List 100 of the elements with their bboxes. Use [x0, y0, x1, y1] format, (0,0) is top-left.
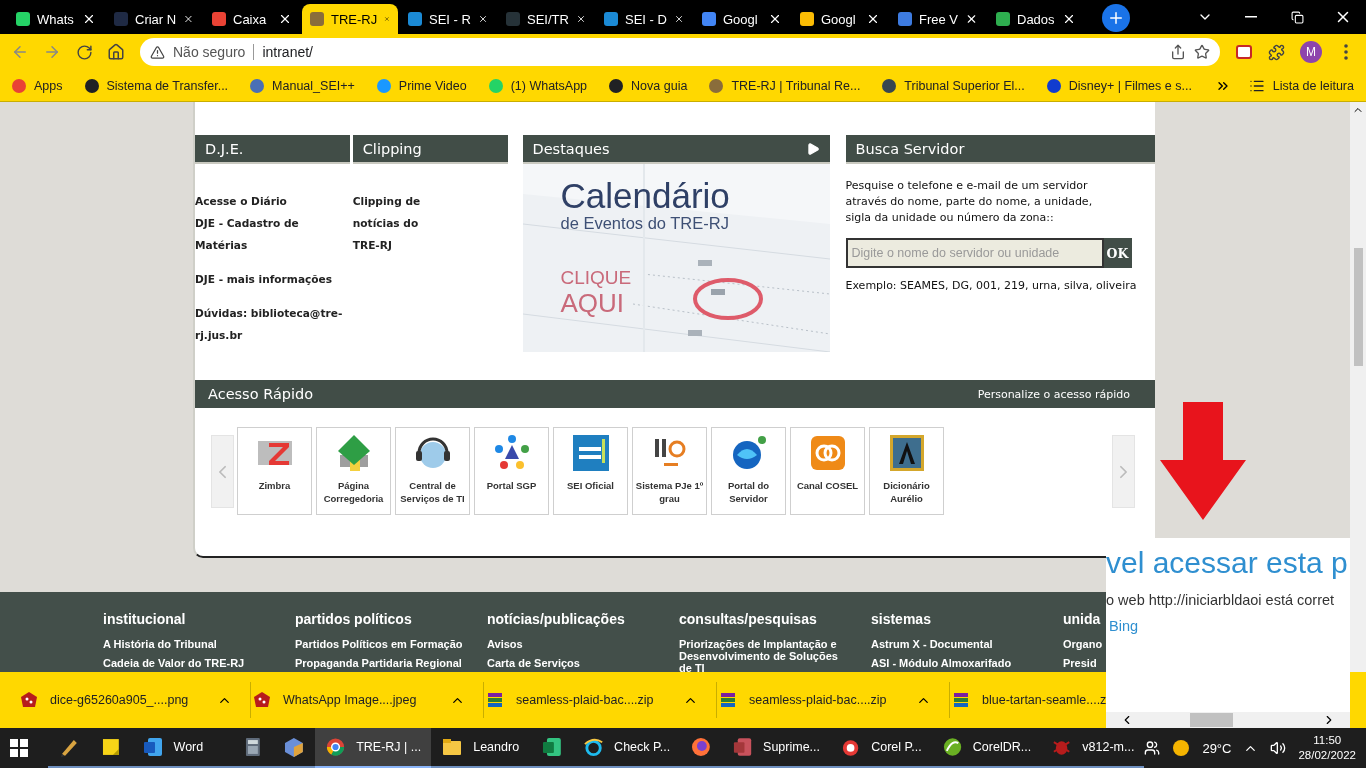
scrollbar[interactable]	[1350, 102, 1366, 672]
scroll-thumb[interactable]	[1190, 713, 1233, 727]
dice-icon	[253, 691, 271, 709]
reading-list-button[interactable]: Lista de leitura	[1248, 77, 1354, 94]
ok-button[interactable]: OK	[1103, 238, 1132, 268]
tab-title: Criar N	[135, 11, 177, 27]
close-icon[interactable]	[1062, 12, 1076, 26]
file-name: seamless-plaid-bac....zip	[749, 693, 888, 707]
scroll-thumb[interactable]	[1353, 248, 1363, 366]
popup-title: vel acessar esta p	[1106, 546, 1349, 580]
dje-link[interactable]: DJE - Cadastro de Matérias	[195, 212, 350, 256]
people-icon[interactable]	[1144, 740, 1161, 756]
taskbar-app[interactable]: Suprime...	[721, 728, 831, 768]
download-item[interactable]: WhatsApp Image....jpeg	[251, 682, 484, 718]
bookmark[interactable]: (1) WhatsApp	[488, 78, 588, 93]
shortcut-tile[interactable]: Portal SGP	[474, 427, 549, 515]
footer-link[interactable]: Partidos Políticos em Formação	[295, 635, 465, 654]
bookmark[interactable]: Tribunal Superior El...	[882, 78, 1025, 93]
footer-heading: sistemas	[871, 611, 932, 627]
dje-link[interactable]: DJE - mais informações	[195, 268, 350, 290]
footer-link[interactable]: ASI - Módulo Almoxarifado	[871, 654, 1041, 672]
dice-icon	[20, 691, 38, 709]
tab-title: TRE-RJ	[331, 11, 378, 27]
menu-icon	[1344, 44, 1348, 60]
clock[interactable]: 11:50 28/02/2022	[1298, 733, 1356, 763]
footer-link[interactable]: Propaganda Partidaria Regional	[295, 654, 465, 672]
tab-title: Dados	[1017, 11, 1055, 27]
file-name: WhatsApp Image....jpeg	[283, 693, 418, 707]
taskbar-app[interactable]: CorelDR...	[931, 728, 1042, 768]
footer-link[interactable]: Priorizações de Implantação e Desenvolvimento de Soluções de TI	[679, 638, 849, 672]
document-lines-icon	[570, 433, 611, 473]
bookmark[interactable]: Sistema de Transfer...	[84, 78, 229, 93]
windows-icon	[10, 739, 28, 757]
home-icon	[107, 43, 125, 61]
close-icon[interactable]	[866, 12, 880, 26]
taskbar-app[interactable]: TRE-RJ | ...	[315, 728, 432, 768]
taskbar-app[interactable]: Check P...	[573, 728, 681, 768]
download-item[interactable]: seamless-plaid-bac....zip	[717, 682, 950, 718]
spreadsheet-icon	[541, 736, 563, 758]
bookmark[interactable]: Prime Video	[376, 78, 467, 93]
shortcut-tile[interactable]: SEI Oficial	[553, 427, 628, 515]
footer-heading: institucional	[103, 611, 187, 627]
download-item[interactable]: seamless-plaid-bac....zip	[484, 682, 717, 718]
clipping-link[interactable]: Clipping de notícias do TRE-RJ	[352, 190, 448, 256]
close-icon[interactable]	[278, 12, 292, 26]
bookmark[interactable]: TRE-RJ | Tribunal Re...	[709, 78, 861, 93]
taskbar-app[interactable]: Word	[131, 728, 232, 768]
archive-icon	[486, 691, 504, 709]
dje-link[interactable]: Dúvidas: biblioteca@tre-rj.jus.br	[195, 302, 350, 346]
footer-link[interactable]: Carta de Serviços	[487, 654, 657, 672]
tile-label: Sistema PJe 1º grau	[634, 479, 705, 505]
browser-tab[interactable]: TRE-RJ	[302, 4, 398, 34]
footer-link[interactable]: Astrum X - Documental	[871, 635, 1041, 654]
profile-button[interactable]: M	[1300, 41, 1322, 63]
footer-link[interactable]: Avisos	[487, 635, 657, 654]
archive-icon	[952, 691, 970, 709]
close-icon[interactable]	[82, 12, 96, 26]
bookmark[interactable]: Nova guia	[609, 78, 688, 93]
bing-link[interactable]: Bing	[1109, 618, 1350, 634]
footer-link[interactable]: Cadeia de Valor do TRE-RJ	[103, 654, 273, 672]
tile-label: Portal SGP	[486, 479, 537, 492]
new-tab-button[interactable]	[1102, 4, 1130, 32]
dje-link[interactable]: Acesse o Diário	[195, 190, 350, 212]
globe-icon	[583, 736, 605, 758]
footer-link[interactable]: A História do Tribunal	[103, 635, 273, 654]
shortcut-tile[interactable]: Canal COSEL	[790, 427, 865, 515]
horizontal-scrollbar[interactable]	[1106, 712, 1350, 728]
shortcut-tile[interactable]: Dicionário Aurélio	[869, 427, 944, 515]
document-icon	[141, 736, 164, 758]
taskbar-app[interactable]: Leandro	[431, 728, 532, 768]
time: 11:50	[1313, 733, 1342, 748]
bookmark[interactable]: Manual_SEI++	[250, 78, 355, 93]
tile-label: Zimbra	[258, 479, 291, 492]
tile-label: SEI Oficial	[567, 479, 614, 492]
shortcut-tile[interactable]: Página Corregedoria	[316, 427, 391, 515]
shortcut-tile[interactable]: Zimbra	[237, 427, 312, 515]
tile-label: Central de Serviços de TI	[399, 479, 466, 505]
search-description: Pesquise o telefone e e-mail de um servidor através do nome, parte do nome, a unidade, sigla da unidade ou número da zona::	[845, 178, 1094, 226]
close-icon[interactable]	[965, 12, 978, 26]
shortcut-tile[interactable]: Portal do Servidor	[711, 427, 786, 515]
tab-title: SEI/TR	[527, 11, 569, 27]
personalize-link[interactable]: Personalize o acesso rápido	[977, 387, 1130, 401]
server-search-field[interactable]: Digite o nome do servidor ou unidade	[845, 238, 1104, 268]
tab-title: Googl	[821, 11, 857, 27]
download-item[interactable]: dice-g65260a905_....png	[18, 682, 251, 718]
play-icon[interactable]	[805, 141, 820, 156]
bookmark[interactable]: Disney+ | Filmes e s...	[1046, 78, 1192, 93]
close-icon[interactable]	[768, 12, 782, 26]
browser-icon	[325, 736, 347, 758]
share-icon[interactable]	[1170, 44, 1186, 60]
tab-title: Googl	[723, 11, 759, 27]
bookmark[interactable]: Apps	[12, 78, 63, 93]
address-bar[interactable]: Não seguro intranet/	[140, 38, 1220, 66]
shortcut-tile[interactable]: Sistema PJe 1º grau	[632, 427, 707, 515]
footer-heading: partidos políticos	[295, 611, 413, 627]
section-header: Busca Servidor	[845, 135, 1155, 164]
volume-icon[interactable]	[1270, 740, 1287, 756]
bookmark-star-icon[interactable]	[1194, 44, 1210, 60]
taskbar-app[interactable]: Corel P...	[830, 728, 932, 768]
shortcut-tile[interactable]: Central de Serviços de TI	[395, 427, 470, 515]
